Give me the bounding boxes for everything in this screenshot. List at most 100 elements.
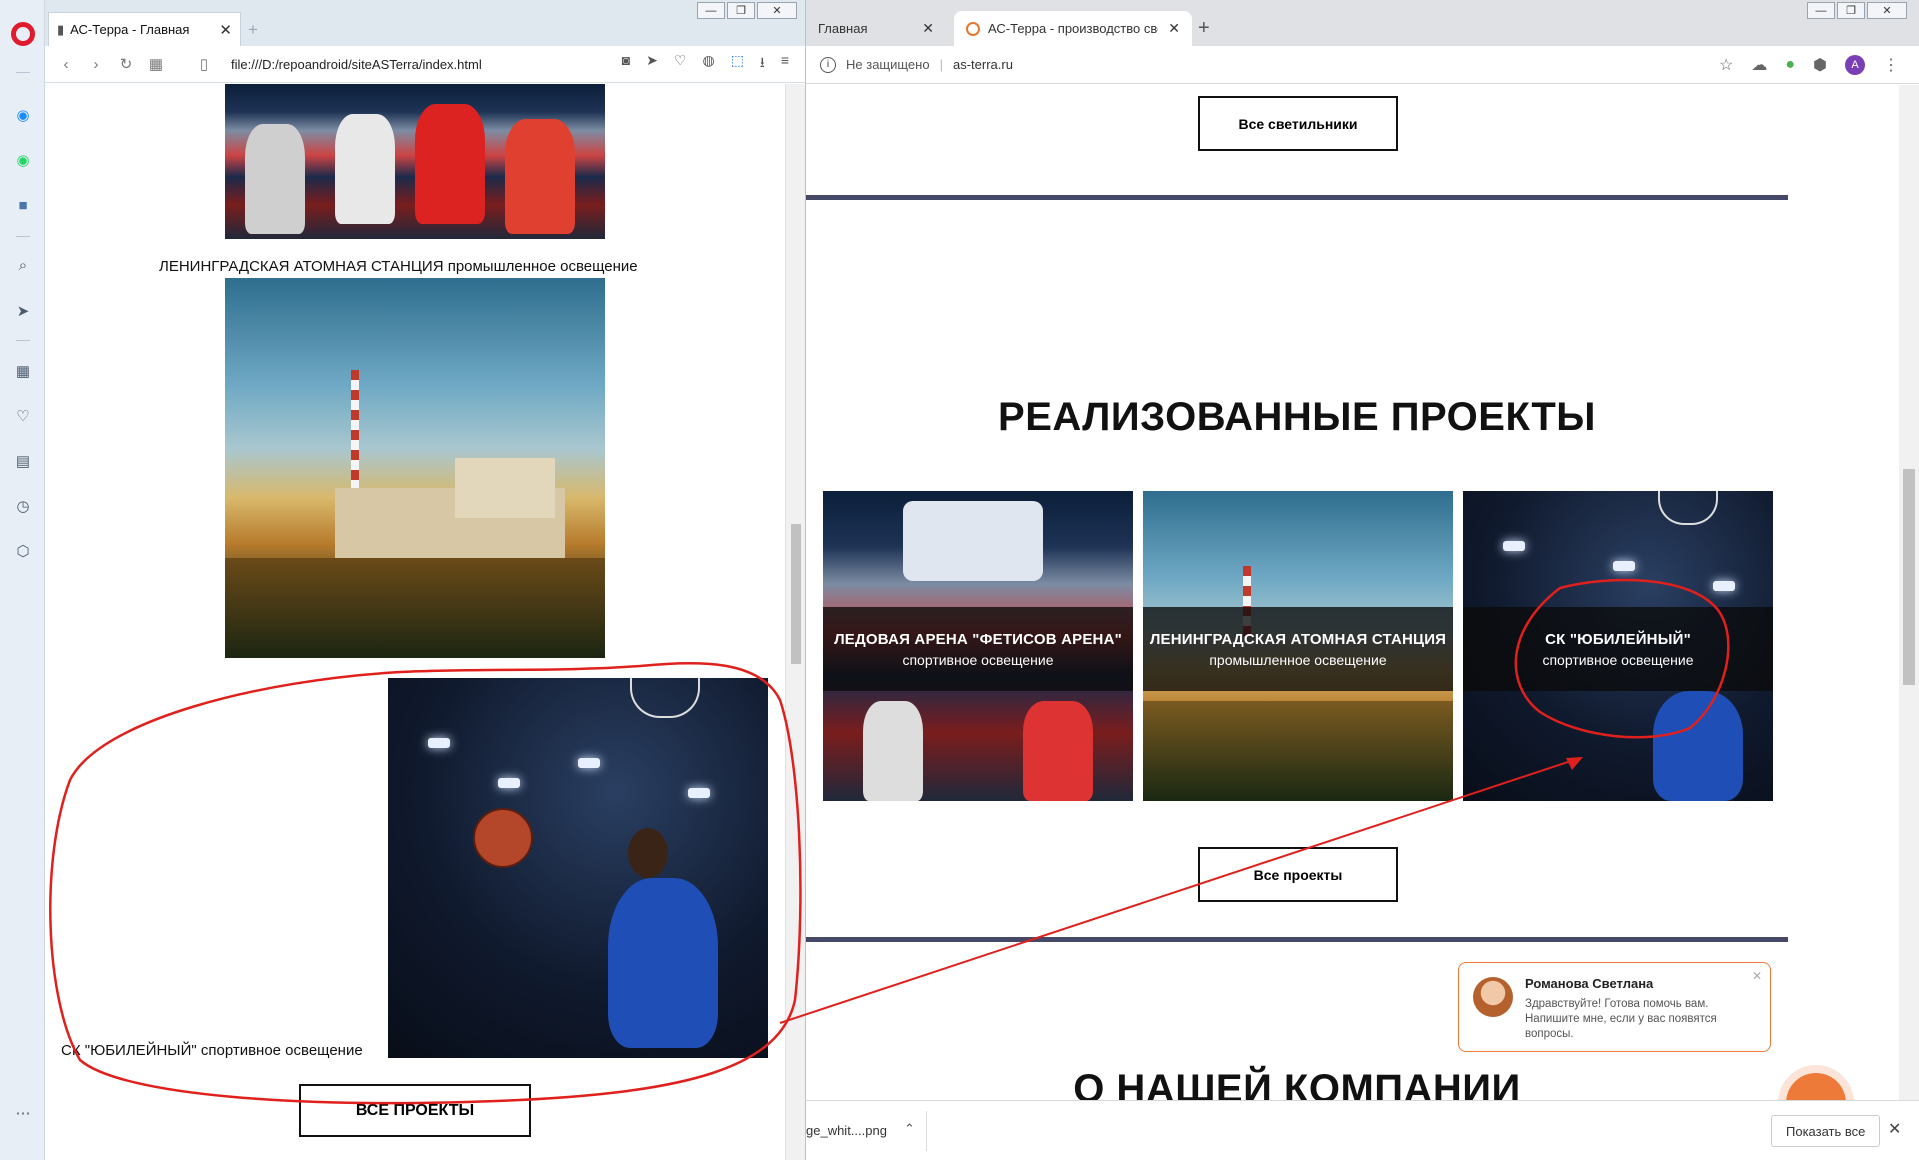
download-icon[interactable]: ⭳	[760, 52, 765, 76]
npp-photo	[225, 278, 605, 658]
chrome-address-bar: i Не защищено | as-terra.ru ☆ ☁ ● ⬢ A ⋮	[806, 46, 1919, 84]
download-file-name[interactable]: ge_whit....png	[806, 1123, 887, 1138]
project-card-npp[interactable]: ЛЕНИНГРАДСКАЯ АТОМНАЯ СТАНЦИЯ промышленн…	[1143, 491, 1453, 801]
download-bar: ge_whit....png ⌃ Показать все ✕	[806, 1100, 1919, 1160]
project-card-jubilee[interactable]: СК "ЮБИЛЕЙНЫЙ" спортивное освещение	[1463, 491, 1773, 801]
reload-icon[interactable]: ↻	[111, 55, 141, 73]
minimize-icon[interactable]: —	[697, 2, 725, 19]
card-title: ЛЕНИНГРАДСКАЯ АТОМНАЯ СТАНЦИЯ	[1149, 630, 1447, 648]
url-divider: |	[939, 57, 943, 72]
card-title: СК "ЮБИЛЕЙНЫЙ"	[1545, 630, 1691, 648]
insecure-label: Не защищено	[846, 57, 930, 72]
sidebar-divider	[16, 236, 30, 237]
tab-title: АС-Терра - Главная	[70, 22, 190, 37]
avatar[interactable]: A	[1845, 54, 1865, 75]
avatar	[1473, 977, 1513, 1017]
chat-popup[interactable]: Романова Светлана Здравствуйте! Готова п…	[1458, 962, 1771, 1052]
forward-icon[interactable]: ›	[81, 56, 111, 73]
heart-icon[interactable]: ♡	[12, 405, 34, 427]
cloud-icon[interactable]: ☁	[1751, 55, 1767, 75]
tab-label: АС-Терра - производство свето	[988, 21, 1158, 36]
chrome-page: Все светильники РЕАЛИЗОВАННЫЕ ПРОЕКТЫ ЛЕ…	[806, 85, 1899, 1100]
minimize-icon[interactable]: —	[1807, 2, 1835, 19]
send-icon[interactable]: ➤	[12, 300, 34, 322]
close-tab-icon[interactable]: ✕	[922, 20, 934, 37]
close-tab-icon[interactable]: ✕	[219, 21, 232, 39]
sidebar-divider	[16, 72, 30, 73]
opera-logo-icon[interactable]	[11, 22, 35, 46]
section-company-title: О НАШЕЙ КОМПАНИИ	[1073, 1067, 1521, 1100]
chat-agent-name: Романова Светлана	[1525, 976, 1654, 991]
basketball-photo	[388, 678, 768, 1058]
card-subtitle: спортивное освещение	[902, 651, 1054, 668]
news-icon[interactable]: ▤	[12, 450, 34, 472]
search-icon[interactable]: ⌕	[12, 254, 34, 276]
opera-tab[interactable]: ▮ АС-Терра - Главная ✕	[48, 12, 241, 46]
url-field[interactable]: as-terra.ru	[953, 57, 1013, 72]
asterra-favicon-icon	[966, 21, 980, 36]
window-controls: — ❐ ✕	[697, 2, 797, 19]
tabs-icon[interactable]: ▦	[141, 55, 171, 73]
messenger-icon[interactable]: ◉	[12, 104, 34, 126]
whatsapp-icon[interactable]: ◉	[12, 149, 34, 171]
shield-icon[interactable]: ⬢	[1813, 55, 1827, 75]
back-icon[interactable]: ‹	[51, 56, 81, 73]
npp-caption: ЛЕНИНГРАДСКАЯ АТОМНАЯ СТАНЦИЯ промышленн…	[159, 258, 638, 275]
chrome-scrollbar[interactable]	[1899, 85, 1919, 1100]
card-caption: СК "ЮБИЛЕЙНЫЙ" спортивное освещение	[1463, 607, 1773, 691]
page-icon: ▮	[57, 21, 65, 37]
jubilee-caption: СК "ЮБИЛЕЙНЫЙ" спортивное освещение	[61, 1042, 363, 1059]
more-icon[interactable]: ⋯	[12, 1102, 34, 1124]
section-projects-title: РЕАЛИЗОВАННЫЕ ПРОЕКТЫ	[998, 395, 1596, 439]
info-icon[interactable]: i	[820, 56, 836, 73]
globe-icon[interactable]: ◍	[702, 52, 714, 76]
tab-main[interactable]: Главная ✕	[806, 11, 946, 46]
card-subtitle: промышленное освещение	[1209, 651, 1387, 668]
card-caption: ЛЕДОВАЯ АРЕНА "ФЕТИСОВ АРЕНА" спортивное…	[823, 607, 1133, 691]
close-icon[interactable]: ✕	[1752, 969, 1762, 983]
camera-icon[interactable]: ◙	[622, 52, 630, 76]
menu-icon[interactable]: ≡	[781, 52, 789, 76]
window-controls: — ❐ ✕	[1807, 2, 1907, 19]
section-divider	[806, 195, 1788, 200]
translate-icon[interactable]: ⬚	[731, 52, 744, 76]
maximize-icon[interactable]: ❐	[1837, 2, 1865, 19]
chat-icon[interactable]: ▭	[1786, 1073, 1846, 1100]
extension-icon[interactable]: ●	[1785, 56, 1795, 74]
opera-sidebar: ◉ ◉ ■ ⌕ ➤ ▦ ♡ ▤ ◷ ⬡ ⋯	[0, 0, 45, 1160]
heart-icon[interactable]: ♡	[674, 52, 687, 76]
close-icon[interactable]: ✕	[1888, 1119, 1901, 1139]
section-divider	[806, 937, 1788, 942]
close-window-icon[interactable]: ✕	[757, 2, 797, 19]
star-icon[interactable]: ☆	[1719, 55, 1733, 75]
extensions-icon[interactable]: ⬡	[12, 540, 34, 562]
close-tab-icon[interactable]: ✕	[1168, 20, 1180, 37]
card-title: ЛЕДОВАЯ АРЕНА "ФЕТИСОВ АРЕНА"	[834, 630, 1122, 648]
opera-address-bar: ‹ › ↻ ▦ ▯ file:///D:/repoandroid/siteAST…	[45, 46, 805, 83]
show-all-button[interactable]: Показать все	[1771, 1115, 1881, 1147]
card-subtitle: спортивное освещение	[1542, 651, 1694, 668]
speed-dial-icon[interactable]: ▦	[12, 360, 34, 382]
share-icon[interactable]: ➤	[646, 52, 658, 76]
all-projects-button[interactable]: ВСЕ ПРОЕКТЫ	[299, 1084, 531, 1137]
all-fixtures-button[interactable]: Все светильники	[1198, 96, 1398, 151]
opera-window: ◉ ◉ ■ ⌕ ➤ ▦ ♡ ▤ ◷ ⬡ ⋯ ▮ АС-Терра - Главн…	[0, 0, 806, 1160]
new-tab-icon[interactable]: +	[1198, 17, 1210, 40]
new-tab-icon[interactable]: +	[248, 20, 258, 40]
close-window-icon[interactable]: ✕	[1867, 2, 1907, 19]
opera-scrollbar[interactable]	[785, 84, 805, 1160]
all-projects-button[interactable]: Все проекты	[1198, 847, 1398, 902]
sidebar-divider	[16, 340, 30, 341]
card-caption: ЛЕНИНГРАДСКАЯ АТОМНАЯ СТАНЦИЯ промышленн…	[1143, 607, 1453, 691]
page-icon: ▯	[199, 56, 209, 73]
vk-icon[interactable]: ■	[12, 194, 34, 216]
hockey-photo	[225, 84, 605, 239]
chevron-up-icon[interactable]: ⌃	[904, 1121, 915, 1137]
url-field[interactable]: file:///D:/repoandroid/siteASTerra/index…	[231, 57, 482, 72]
menu-icon[interactable]: ⋮	[1883, 55, 1899, 75]
history-icon[interactable]: ◷	[12, 495, 34, 517]
tab-asterra[interactable]: АС-Терра - производство свето ✕	[954, 11, 1192, 46]
chrome-tabbar: Главная ✕ АС-Терра - производство свето …	[806, 0, 1919, 46]
maximize-icon[interactable]: ❐	[727, 2, 755, 19]
project-card-fetisov[interactable]: ЛЕДОВАЯ АРЕНА "ФЕТИСОВ АРЕНА" спортивное…	[823, 491, 1133, 801]
